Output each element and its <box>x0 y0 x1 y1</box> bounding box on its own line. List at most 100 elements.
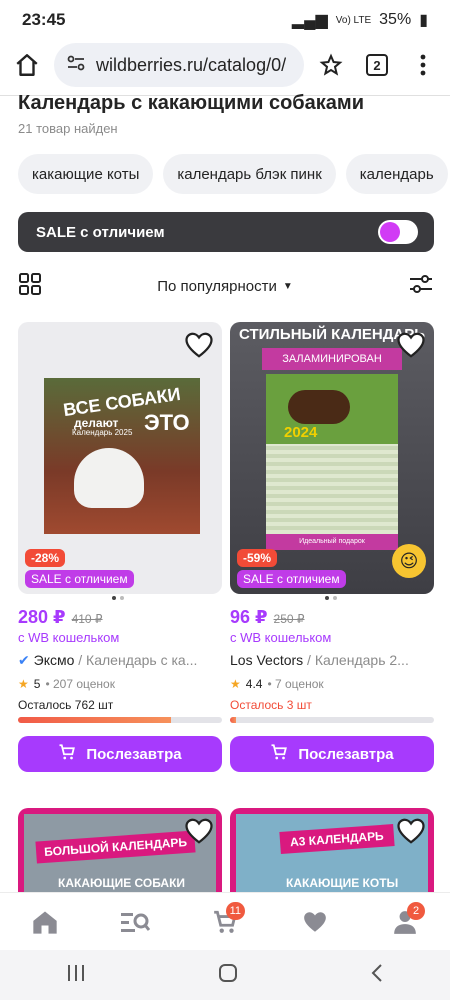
recent-apps-icon[interactable] <box>66 964 86 987</box>
verified-icon: ✔ <box>18 652 30 668</box>
product-brand[interactable]: ✔ Эксмо / Календарь с ка... <box>18 652 222 669</box>
old-price: 410 ₽ <box>71 612 103 626</box>
suggestion-chips: какающие коты календарь блэк пинк календ… <box>18 154 448 194</box>
chip-2[interactable]: календарь <box>345 154 448 194</box>
browser-toolbar: wildberries.ru/catalog/0/ 2 <box>0 40 450 90</box>
sale-badge: SALE с отличием <box>25 570 134 588</box>
results-count: 21 товар найден <box>18 121 118 136</box>
product-image[interactable]: СТИЛЬНЫЙ КАЛЕНДАРЬ ЗАЛАМИНИРОВАН 2024 Ид… <box>230 322 434 594</box>
rating-value: 4.4 <box>245 677 263 691</box>
sale-filter-label: SALE с отличием <box>36 223 165 241</box>
product-rating: ★ 5 • 207 оценок <box>18 677 115 691</box>
site-settings-icon[interactable] <box>66 53 86 78</box>
more-menu-icon[interactable] <box>404 46 442 84</box>
profile-badge: 2 <box>407 901 425 920</box>
home-icon[interactable] <box>8 46 46 84</box>
sale-badge: SALE с отличием <box>237 570 346 588</box>
discount-badge: -59% <box>237 549 278 567</box>
star-icon: ★ <box>18 677 29 691</box>
address-bar[interactable]: wildberries.ru/catalog/0/ <box>54 43 304 87</box>
sort-label: По популярности <box>157 277 277 295</box>
home-system-icon[interactable] <box>218 963 238 988</box>
stock-left: Осталось 762 шт <box>18 698 114 712</box>
nav-catalog-icon[interactable] <box>115 902 155 942</box>
bookmark-star-icon[interactable] <box>312 46 350 84</box>
battery-icon: ▮ <box>419 12 428 29</box>
wallet-label: с WB кошельком <box>230 630 332 645</box>
system-nav-bar <box>0 950 450 1000</box>
star-icon: ★ <box>230 677 241 691</box>
wallet-label: с WB кошельком <box>18 630 120 645</box>
image-text-2: ЗАЛАМИНИРОВАН <box>262 348 402 370</box>
product-rating: ★ 4.4 • 7 оценок <box>230 677 324 691</box>
cart-badge: 11 <box>225 901 245 920</box>
reviews-count: • 7 оценок <box>267 677 324 691</box>
image-text-4: Календарь 2025 <box>72 428 133 437</box>
tabs-button[interactable]: 2 <box>358 46 396 84</box>
url-text: wildberries.ru/catalog/0/ <box>96 54 287 75</box>
tabs-count: 2 <box>366 54 388 76</box>
product-desc: / Календарь с ка... <box>74 652 198 668</box>
dropdown-arrow-icon: ▼ <box>282 280 293 292</box>
cart-icon <box>58 743 76 765</box>
image-pager-dots <box>112 596 124 600</box>
brand-name: Эксмо <box>33 652 75 668</box>
product-card-partial[interactable]: А3 КАЛЕНДАРЬ КАКАЮЩИЕ КОТЫ <box>230 808 434 892</box>
image-text-3: ЭТО <box>144 410 190 435</box>
product-image[interactable]: ВСЕ СОБАКИ делают ЭТО Календарь 2025 -28… <box>18 322 222 594</box>
filter-icon[interactable] <box>408 272 434 301</box>
buy-label: Послезавтра <box>298 745 394 763</box>
chip-0[interactable]: какающие коты <box>18 154 154 194</box>
stock-bar <box>18 717 222 723</box>
back-icon[interactable] <box>370 963 384 988</box>
battery-percent: 35% <box>379 11 412 28</box>
nav-home-icon[interactable] <box>25 902 65 942</box>
sale-toggle[interactable] <box>378 220 418 244</box>
nav-cart-icon[interactable]: 11 <box>205 901 245 942</box>
sale-filter[interactable]: SALE с отличием <box>18 212 434 252</box>
product-card[interactable]: ВСЕ СОБАКИ делают ЭТО Календарь 2025 -28… <box>18 322 222 594</box>
favorite-heart-icon[interactable] <box>396 330 426 360</box>
image-pager-dots <box>325 596 337 600</box>
image-subtext: КАКАЮЩИЕ СОБАКИ <box>58 876 186 890</box>
favorite-heart-icon[interactable] <box>184 816 214 846</box>
sort-dropdown[interactable]: По популярности ▼ <box>157 278 293 295</box>
product-price: 280 ₽ <box>18 607 66 627</box>
product-brand[interactable]: Los Vectors / Календарь 2... <box>230 652 434 668</box>
stock-bar-fill <box>230 717 237 723</box>
product-price: 96 ₽ <box>230 607 268 627</box>
image-subtext: КАКАЮЩИЕ КОТЫ <box>286 876 399 890</box>
sort-bar: По популярности ▼ <box>18 270 434 302</box>
old-price: 250 ₽ <box>273 612 305 626</box>
stock-left: Осталось 3 шт <box>230 698 312 712</box>
product-desc: / Календарь 2... <box>303 652 409 668</box>
nav-favorites-icon[interactable] <box>295 902 335 942</box>
status-time: 23:45 <box>22 10 66 29</box>
product-card[interactable]: СТИЛЬНЫЙ КАЛЕНДАРЬ ЗАЛАМИНИРОВАН 2024 Ид… <box>230 322 434 594</box>
grid-view-icon[interactable] <box>18 272 42 301</box>
page-title: Календарь с какающими собаками <box>18 92 364 114</box>
network-label: Vo) LTE <box>335 14 372 26</box>
signal-icon: ▂▄▆ <box>291 12 328 29</box>
nav-profile-icon[interactable]: 2 <box>385 901 425 942</box>
image-text-4: Идеальный подарок <box>266 534 398 550</box>
bottom-nav: 11 2 <box>0 892 450 950</box>
buy-button[interactable]: Послезавтра <box>230 736 434 772</box>
toggle-knob <box>380 222 400 242</box>
discount-badge: -28% <box>25 549 66 567</box>
brand-name: Los Vectors <box>230 652 304 668</box>
cart-icon <box>270 743 288 765</box>
favorite-heart-icon[interactable] <box>396 816 426 846</box>
rating-value: 5 <box>33 677 41 691</box>
favorite-heart-icon[interactable] <box>184 330 214 360</box>
buy-label: Послезавтра <box>86 745 182 763</box>
stock-bar-fill <box>18 717 171 723</box>
product-card-partial[interactable]: БОЛЬШОЙ КАЛЕНДАРЬ КАКАЮЩИЕ СОБАКИ <box>18 808 222 892</box>
chip-1[interactable]: календарь блэк пинк <box>163 154 336 194</box>
stock-bar <box>230 717 434 723</box>
image-text-3: 2024 <box>284 424 318 441</box>
wink-emoji-icon: 😉 <box>392 544 426 578</box>
buy-button[interactable]: Послезавтра <box>18 736 222 772</box>
status-bar: 23:45 ▂▄▆ Vo) LTE 35% ▮ <box>0 0 450 40</box>
reviews-count: • 207 оценок <box>45 677 115 691</box>
